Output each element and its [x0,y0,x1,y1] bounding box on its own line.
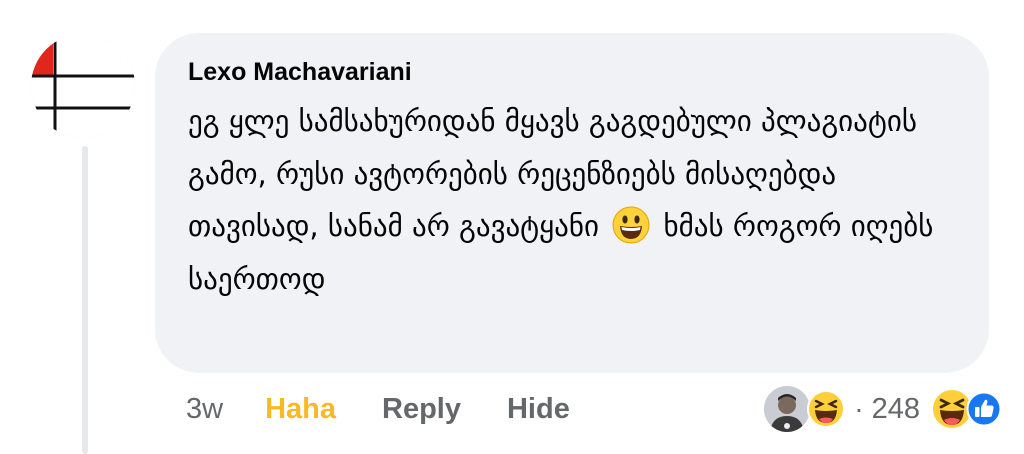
haha-emoji-icon [806,389,846,429]
reactions-summary[interactable]: · 248 [764,386,1002,432]
haha-reaction-button[interactable]: Haha [265,393,336,426]
comment-timestamp[interactable]: 3w [186,393,223,426]
hide-button[interactable]: Hide [507,393,570,426]
thread-line [82,146,88,454]
comment-text: ეგ ყლე სამსახურიდან მყავს გაგდებული პლაგ… [188,95,963,305]
reaction-count[interactable]: 248 [872,393,920,426]
reactor-avatar [764,386,811,432]
like-reaction-icon [966,391,1002,427]
comment-author[interactable]: Lexo Machavariani [188,55,953,89]
reaction-separator: · [854,393,864,424]
comment-bubble: Lexo Machavariani ეგ ყლე სამსახურიდან მყ… [155,33,989,373]
mondrian-avatar-image [31,34,135,138]
reply-button[interactable]: Reply [382,393,461,426]
avatar[interactable] [31,34,135,138]
grinning-face-icon [612,206,650,244]
comment-actions: 3w Haha Reply Hide [186,387,616,431]
